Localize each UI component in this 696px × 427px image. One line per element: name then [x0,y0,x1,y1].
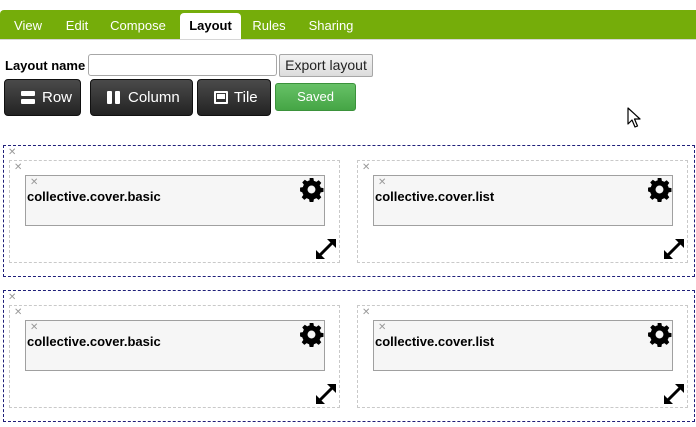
close-icon[interactable]: ✕ [8,293,16,303]
saved-button[interactable]: Saved [275,83,356,111]
mouse-cursor-icon [627,107,641,128]
layout-name-label: Layout name [5,58,86,73]
column-icon [107,91,121,104]
close-icon[interactable]: ✕ [378,323,386,333]
tile[interactable]: ✕ collective.cover.basic [25,320,325,371]
close-icon[interactable]: ✕ [14,308,22,318]
add-row-button[interactable]: Row [4,79,81,116]
layout-column[interactable]: ✕ ✕ collective.cover.basic [9,305,340,408]
add-column-button[interactable]: Column [90,79,193,116]
tile-icon [214,91,228,104]
close-icon[interactable]: ✕ [378,178,386,188]
close-icon[interactable]: ✕ [362,308,370,318]
layout-column[interactable]: ✕ ✕ collective.cover.list [357,305,688,408]
resize-arrows-icon[interactable] [313,236,339,262]
tile-title: collective.cover.basic [27,334,161,349]
tab-layout[interactable]: Layout [180,13,241,41]
layout-column[interactable]: ✕ ✕ collective.cover.list [357,160,688,263]
tile[interactable]: ✕ collective.cover.basic [25,175,325,226]
tile-title: collective.cover.basic [27,189,161,204]
resize-arrows-icon[interactable] [313,381,339,407]
tile-title: collective.cover.list [375,334,495,349]
layout-name-input[interactable] [88,54,277,76]
close-icon[interactable]: ✕ [8,148,16,158]
tab-view[interactable]: View [4,10,52,40]
tile[interactable]: ✕ collective.cover.list [373,175,673,226]
export-layout-button[interactable]: Export layout [279,54,373,77]
row-icon [21,91,35,104]
gear-icon[interactable] [299,322,324,347]
add-column-label: Column [128,89,180,106]
close-icon[interactable]: ✕ [30,323,38,333]
tile[interactable]: ✕ collective.cover.list [373,320,673,371]
layout-row[interactable]: ✕ ✕ ✕ collective.cover.basic ✕ ✕ collect… [3,290,695,422]
gear-icon[interactable] [647,322,672,347]
gear-icon[interactable] [299,177,324,202]
tile-title: collective.cover.list [375,189,495,204]
layout-row[interactable]: ✕ ✕ ✕ collective.cover.basic ✕ ✕ collect… [3,145,695,277]
gear-icon[interactable] [647,177,672,202]
resize-arrows-icon[interactable] [661,381,687,407]
layout-column[interactable]: ✕ ✕ collective.cover.basic [9,160,340,263]
close-icon[interactable]: ✕ [362,163,370,173]
tab-sharing[interactable]: Sharing [300,10,362,40]
add-tile-label: Tile [234,89,258,106]
tab-bar: View Edit Compose Layout Rules Sharing [0,10,696,41]
tab-divider [0,39,696,40]
close-icon[interactable]: ✕ [14,163,22,173]
tab-edit[interactable]: Edit [54,10,100,40]
close-icon[interactable]: ✕ [30,178,38,188]
resize-arrows-icon[interactable] [661,236,687,262]
tab-compose[interactable]: Compose [102,10,174,40]
add-row-label: Row [42,89,73,106]
tab-rules[interactable]: Rules [244,10,294,40]
add-tile-button[interactable]: Tile [197,79,271,116]
